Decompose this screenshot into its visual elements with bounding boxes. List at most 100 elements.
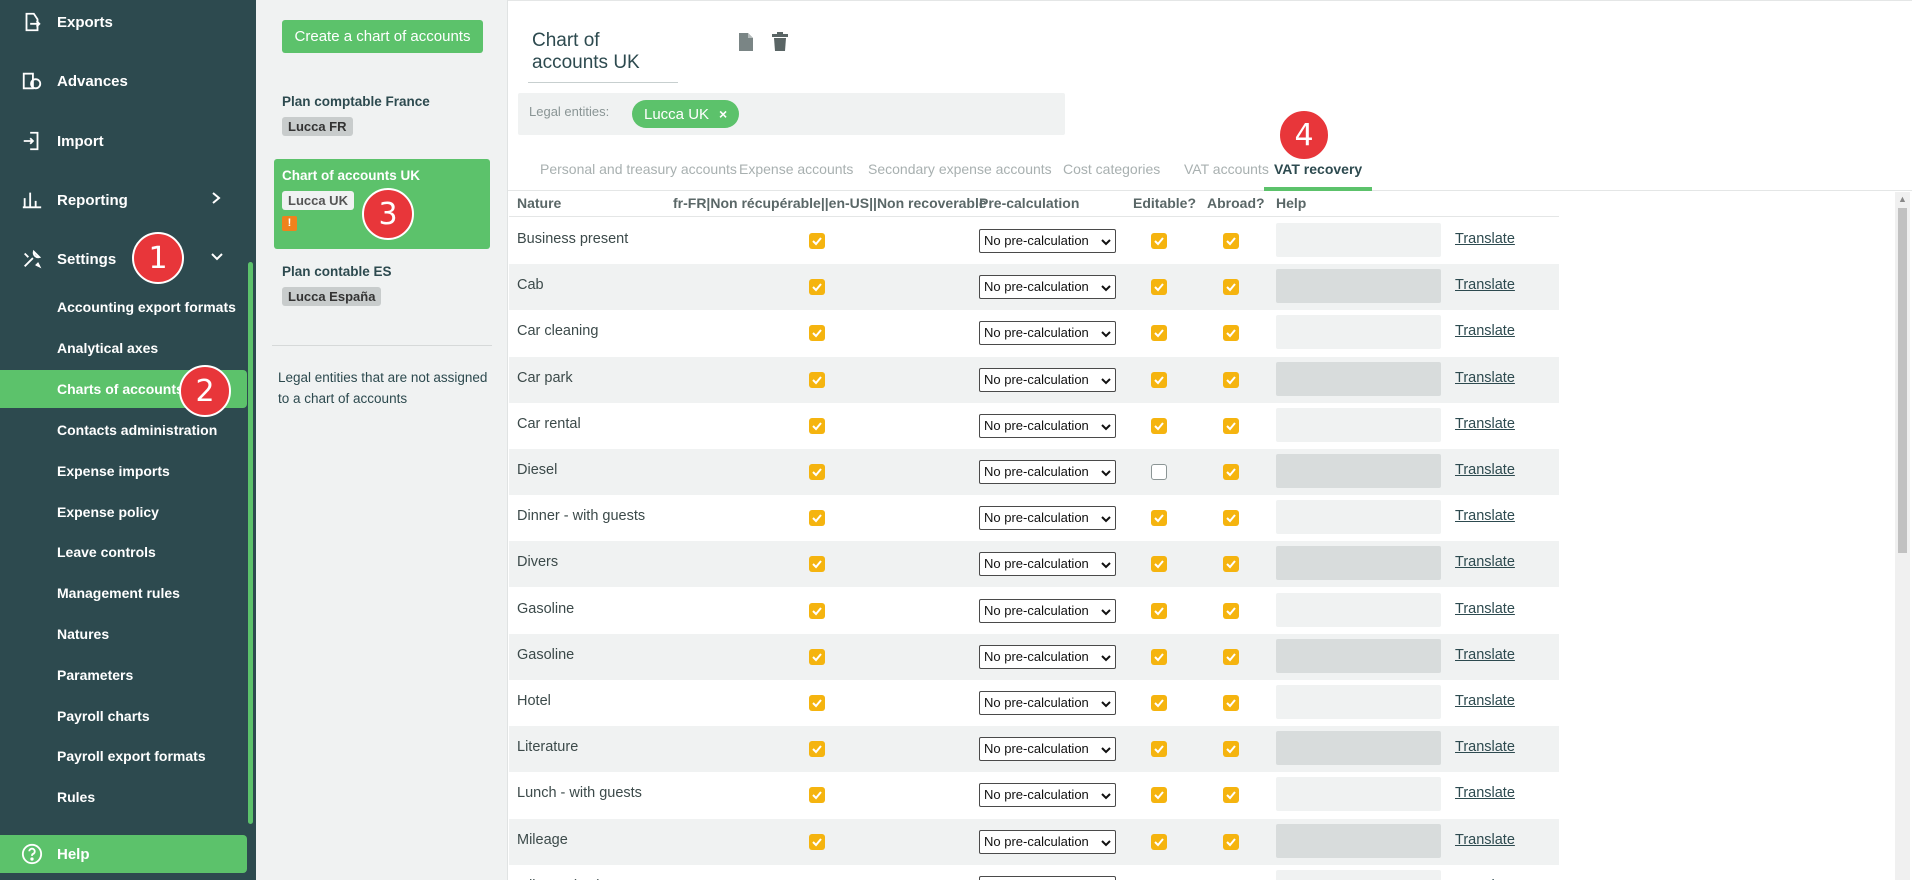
tab-secondary-expense-accounts[interactable]: Secondary expense accounts xyxy=(858,155,1062,191)
help-input[interactable] xyxy=(1276,223,1441,257)
abroad-checkbox[interactable] xyxy=(1223,602,1239,619)
abroad-checkbox[interactable] xyxy=(1223,556,1239,573)
tab-vat-recovery[interactable]: VAT recovery xyxy=(1264,155,1373,191)
sidebar-item-reporting[interactable]: Reporting xyxy=(0,180,248,220)
create-chart-button[interactable]: Create a chart of accounts xyxy=(282,20,483,53)
precalc-select[interactable]: No pre-calculation xyxy=(979,275,1116,300)
recoverable-checkbox[interactable] xyxy=(809,233,825,249)
precalc-select[interactable]: No pre-calculation xyxy=(979,229,1116,253)
help-input[interactable] xyxy=(1276,546,1441,581)
recoverable-checkbox[interactable] xyxy=(809,833,825,850)
editable-checkbox[interactable] xyxy=(1151,510,1167,527)
translate-link[interactable]: Translate xyxy=(1455,693,1515,709)
editable-checkbox[interactable] xyxy=(1151,279,1167,296)
editable-checkbox[interactable] xyxy=(1151,464,1167,480)
chart-item-es[interactable]: Plan contable ES Lucca España xyxy=(274,264,490,316)
translate-link[interactable]: Translate xyxy=(1455,277,1515,293)
recoverable-checkbox[interactable] xyxy=(809,417,825,434)
abroad-checkbox[interactable] xyxy=(1223,695,1239,711)
recoverable-checkbox[interactable] xyxy=(809,464,825,480)
abroad-checkbox[interactable] xyxy=(1223,648,1239,665)
help-input[interactable] xyxy=(1276,731,1441,766)
tab-personal-treasury-accounts[interactable]: Personal and treasury accounts xyxy=(530,155,747,191)
editable-checkbox[interactable] xyxy=(1151,648,1167,665)
help-input[interactable] xyxy=(1276,592,1441,627)
sidebar-item-advances[interactable]: Advances xyxy=(0,61,248,101)
recoverable-checkbox[interactable] xyxy=(809,741,825,758)
recoverable-checkbox[interactable] xyxy=(809,556,825,573)
translate-link[interactable]: Translate xyxy=(1455,832,1515,848)
recoverable-checkbox[interactable] xyxy=(809,279,825,296)
abroad-checkbox[interactable] xyxy=(1223,741,1239,758)
sidebar-sub-expense-imports[interactable]: Expense imports xyxy=(57,463,170,479)
recoverable-checkbox[interactable] xyxy=(809,371,825,388)
abroad-checkbox[interactable] xyxy=(1223,233,1239,249)
precalc-select[interactable]: No pre-calculation xyxy=(979,413,1116,438)
recoverable-checkbox[interactable] xyxy=(809,602,825,619)
precalc-select[interactable]: No pre-calculation xyxy=(979,875,1116,880)
recoverable-checkbox[interactable] xyxy=(809,510,825,527)
sidebar-sub-leave-controls[interactable]: Leave controls xyxy=(57,544,156,560)
duplicate-icon[interactable] xyxy=(738,32,754,55)
editable-checkbox[interactable] xyxy=(1151,233,1167,249)
help-input[interactable] xyxy=(1276,361,1441,396)
sidebar-sub-payroll-export-formats[interactable]: Payroll export formats xyxy=(57,748,206,764)
recoverable-checkbox[interactable] xyxy=(809,648,825,665)
sidebar-sub-charts-of-accounts[interactable]: Charts of accounts xyxy=(57,381,184,397)
scrollbar-thumb[interactable] xyxy=(1898,208,1907,553)
chart-name-field[interactable]: Chart of accounts UK xyxy=(528,26,678,83)
editable-checkbox[interactable] xyxy=(1151,695,1167,711)
sidebar-sub-parameters[interactable]: Parameters xyxy=(57,667,133,683)
recoverable-checkbox[interactable] xyxy=(809,325,825,342)
sidebar-sub-analytical-axes[interactable]: Analytical axes xyxy=(57,340,158,356)
precalc-select[interactable]: No pre-calculation xyxy=(979,367,1116,392)
translate-link[interactable]: Translate xyxy=(1455,323,1515,339)
precalc-select[interactable]: No pre-calculation xyxy=(979,737,1116,762)
precalc-select[interactable]: No pre-calculation xyxy=(979,506,1116,531)
translate-link[interactable]: Translate xyxy=(1455,462,1515,478)
scroll-up-icon[interactable]: ▲ xyxy=(1898,194,1907,204)
translate-link[interactable]: Translate xyxy=(1455,601,1515,617)
sidebar-sub-contacts-administration[interactable]: Contacts administration xyxy=(57,422,217,438)
table-scrollbar[interactable]: ▲ xyxy=(1895,192,1910,880)
abroad-checkbox[interactable] xyxy=(1223,510,1239,527)
precalc-select[interactable]: No pre-calculation xyxy=(979,552,1116,577)
precalc-select[interactable]: No pre-calculation xyxy=(979,691,1116,715)
help-input[interactable] xyxy=(1276,823,1441,858)
help-input[interactable] xyxy=(1276,500,1441,535)
close-icon[interactable]: × xyxy=(719,106,727,122)
help-input[interactable] xyxy=(1276,869,1441,880)
editable-checkbox[interactable] xyxy=(1151,325,1167,342)
sidebar-sub-natures[interactable]: Natures xyxy=(57,626,109,642)
help-input[interactable] xyxy=(1276,407,1441,442)
abroad-checkbox[interactable] xyxy=(1223,371,1239,388)
chart-item-france[interactable]: Plan comptable France Lucca FR xyxy=(274,94,490,146)
translate-link[interactable]: Translate xyxy=(1455,370,1515,386)
translate-link[interactable]: Translate xyxy=(1455,231,1515,247)
sidebar-item-exports[interactable]: Exports xyxy=(0,2,248,42)
tab-cost-categories[interactable]: Cost categories xyxy=(1053,155,1170,191)
tab-expense-accounts[interactable]: Expense accounts xyxy=(729,155,863,191)
abroad-checkbox[interactable] xyxy=(1223,417,1239,434)
help-input[interactable] xyxy=(1276,454,1441,488)
sidebar-sub-management-rules[interactable]: Management rules xyxy=(57,585,180,601)
sidebar-sub-accounting-export-formats[interactable]: Accounting export formats xyxy=(57,299,236,315)
editable-checkbox[interactable] xyxy=(1151,417,1167,434)
editable-checkbox[interactable] xyxy=(1151,787,1167,804)
help-button[interactable]: Help xyxy=(0,835,247,873)
trash-icon[interactable] xyxy=(772,32,788,55)
help-input[interactable] xyxy=(1276,685,1441,719)
translate-link[interactable]: Translate xyxy=(1455,647,1515,663)
precalc-select[interactable]: No pre-calculation xyxy=(979,829,1116,854)
precalc-select[interactable]: No pre-calculation xyxy=(979,783,1116,808)
editable-checkbox[interactable] xyxy=(1151,741,1167,758)
precalc-select[interactable]: No pre-calculation xyxy=(979,644,1116,669)
translate-link[interactable]: Translate xyxy=(1455,739,1515,755)
editable-checkbox[interactable] xyxy=(1151,371,1167,388)
help-input[interactable] xyxy=(1276,777,1441,812)
translate-link[interactable]: Translate xyxy=(1455,554,1515,570)
editable-checkbox[interactable] xyxy=(1151,602,1167,619)
sidebar-item-settings[interactable]: Settings xyxy=(0,239,248,279)
editable-checkbox[interactable] xyxy=(1151,833,1167,850)
sidebar-sub-rules[interactable]: Rules xyxy=(57,789,95,805)
